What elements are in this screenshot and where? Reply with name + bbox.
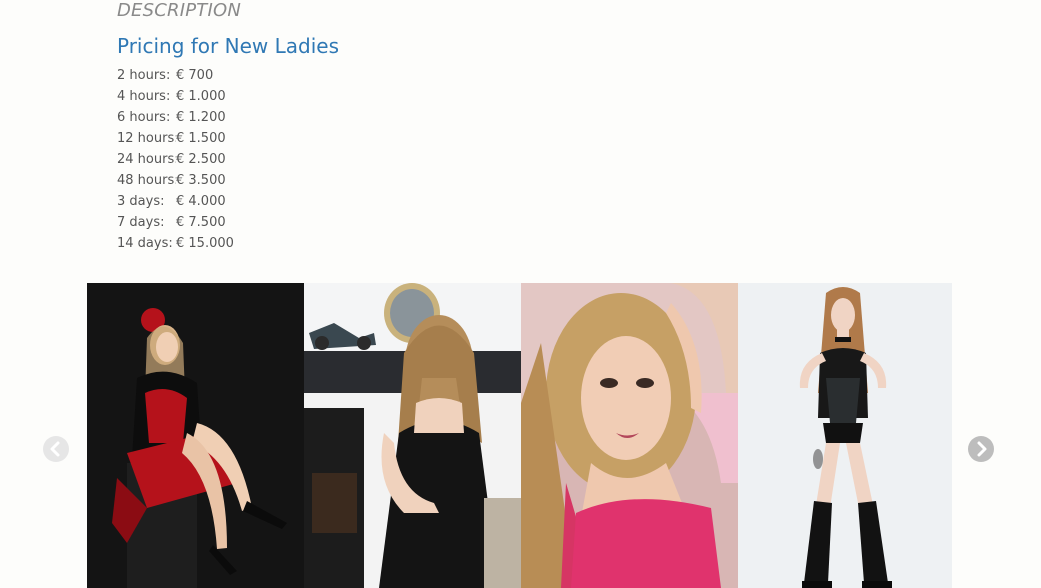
profile-page: DESCRIPTION Pricing for New Ladies 2 hou… [0,0,1041,588]
gallery-photo-4[interactable] [738,283,952,588]
gallery-next-button[interactable] [968,436,994,462]
price-row: 6 hours: € 1.200 [117,107,234,128]
gallery-photo-2[interactable] [304,283,521,588]
price-row: 2 hours: € 700 [117,65,234,86]
price-duration: 14 days: [117,236,173,251]
price-row: 4 hours: € 1.000 [117,86,234,107]
gallery-photo-1[interactable] [87,283,304,588]
price-duration: 24 hours: [117,152,176,167]
gallery-photo-3[interactable] [521,283,738,588]
price-row: 14 days: € 15.000 [117,233,234,254]
pricing-title: Pricing for New Ladies [117,34,339,58]
price-amount: € 7.500 [176,215,226,230]
price-amount: € 700 [176,68,214,83]
price-duration: 4 hours: [117,89,171,104]
price-duration: 12 hours: [117,131,176,146]
price-amount: € 3.500 [176,173,226,188]
gallery-prev-button[interactable] [43,436,69,462]
price-row: 24 hours: € 2.500 [117,149,234,170]
price-row: 12 hours: € 1.500 [117,128,234,149]
chevron-right-icon [977,441,987,457]
price-amount: € 1.200 [176,110,226,125]
price-amount: € 1.000 [176,89,226,104]
price-duration: 48 hours: [117,173,176,188]
price-duration: 2 hours: [117,68,171,83]
price-row: 7 days: € 7.500 [117,212,234,233]
price-row: 48 hours: € 3.500 [117,170,234,191]
price-duration: 7 days: [117,215,165,230]
price-amount: € 4.000 [176,194,226,209]
price-amount: € 2.500 [176,152,226,167]
description-heading: DESCRIPTION [117,0,242,21]
chevron-left-icon [50,441,60,457]
price-duration: 3 days: [117,194,165,209]
photo-gallery [87,283,952,588]
price-amount: € 15.000 [176,236,234,251]
price-row: 3 days: € 4.000 [117,191,234,212]
price-table: 2 hours: € 700 4 hours: € 1.000 6 hours:… [117,65,234,254]
price-amount: € 1.500 [176,131,226,146]
price-duration: 6 hours: [117,110,171,125]
